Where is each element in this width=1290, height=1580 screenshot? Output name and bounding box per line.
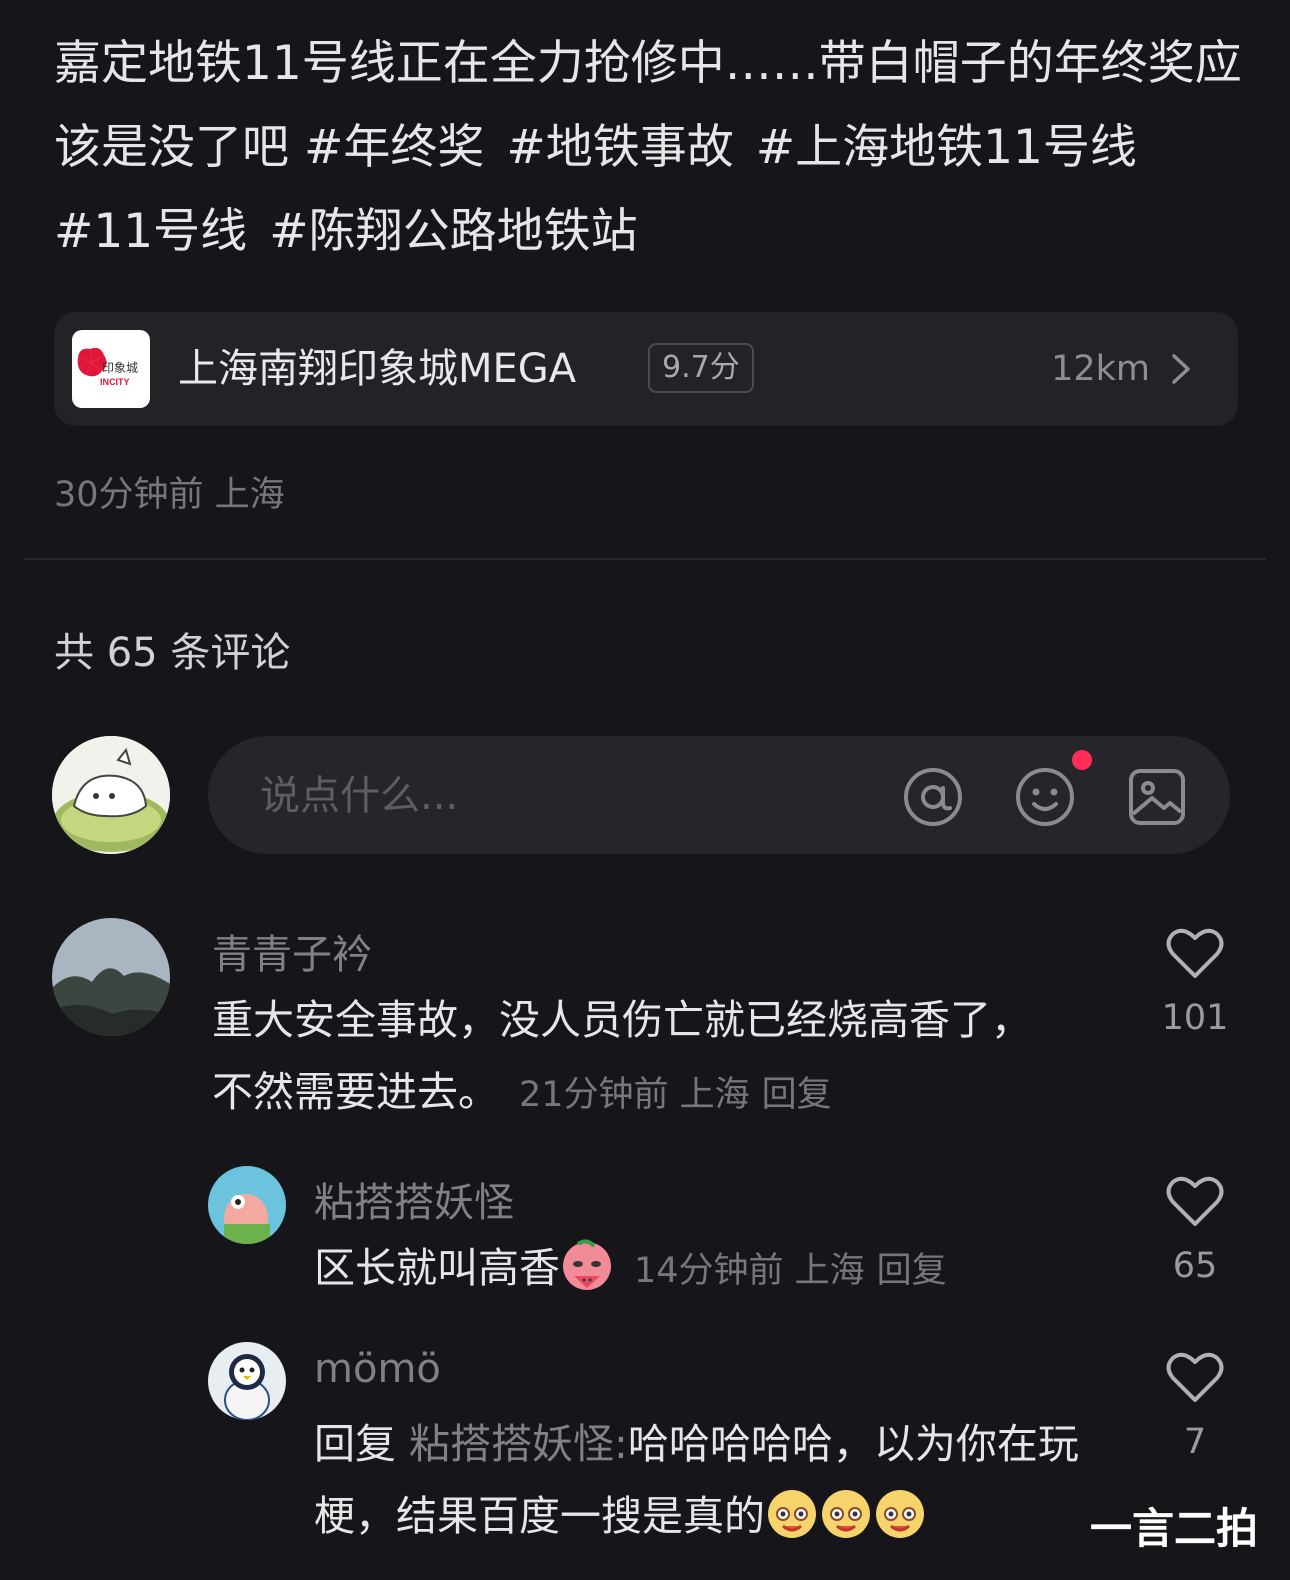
comment-author[interactable]: 粘搭搭妖怪 <box>314 1170 514 1228</box>
hashtag-shanghai-metro-line-11[interactable]: #上海地铁11号线 <box>756 120 1137 175</box>
comment-input[interactable] <box>258 736 882 856</box>
comment-count-heading: 共 65 条评论 <box>54 630 291 676</box>
comment-author[interactable]: mömö <box>314 1346 441 1392</box>
like-count: 65 <box>1172 1246 1218 1286</box>
hashtag-chenxiang-road-station[interactable]: #陈翔公路地铁站 <box>269 204 637 259</box>
current-user-avatar[interactable] <box>52 736 170 854</box>
hashtag-line-11[interactable]: #11号线 <box>54 204 247 259</box>
chevron-right-icon <box>1172 354 1190 384</box>
reply-button[interactable]: 回复 <box>762 1075 832 1115</box>
avatar[interactable] <box>208 1342 286 1420</box>
laughing-face-emoji-icon <box>876 1490 924 1538</box>
mention-icon[interactable] <box>902 766 964 828</box>
laughing-face-emoji-icon <box>768 1490 816 1538</box>
location-name: 上海南翔印象城MEGA <box>178 346 577 392</box>
post-text: 嘉定地铁11号线正在全力抢修中……带白帽子的年终奖应该是没了吧 #年终奖 #地铁事… <box>54 22 1244 274</box>
comment-time-location: 14分钟前 上海 <box>634 1251 865 1291</box>
svg-text:INCITY: INCITY <box>100 377 130 387</box>
like-count: 101 <box>1161 998 1229 1038</box>
like-heart-icon[interactable] <box>1166 1174 1224 1228</box>
comment-author[interactable]: 青青子衿 <box>212 922 372 980</box>
location-card[interactable]: 印象城 INCITY 上海南翔印象城MEGA 9.7分 12km <box>54 312 1238 426</box>
reply-button[interactable]: 回复 <box>877 1251 947 1291</box>
comment-time-location: 21分钟前 上海 <box>519 1075 750 1115</box>
comment-body: 区长就叫高香 <box>314 1244 560 1292</box>
like-heart-icon[interactable] <box>1166 926 1224 980</box>
watermark-text: 一言二拍 <box>1089 1504 1258 1553</box>
reply-prefix: 回复 <box>314 1420 396 1468</box>
like-count: 7 <box>1183 1422 1207 1462</box>
svg-text:印象城: 印象城 <box>102 361 138 375</box>
notification-dot <box>1072 750 1092 770</box>
incity-logo: 印象城 INCITY <box>72 330 150 408</box>
hashtag-metro-accident[interactable]: #地铁事故 <box>506 120 733 175</box>
like-heart-icon[interactable] <box>1166 1350 1224 1404</box>
emoji-icon[interactable] <box>1014 766 1076 828</box>
divider <box>24 558 1266 560</box>
laughing-face-emoji-icon <box>822 1490 870 1538</box>
comment-text: 区长就叫高香 14分钟前 上海 回复 <box>314 1232 1114 1307</box>
reply-target-user[interactable]: 粘搭搭妖怪: <box>409 1420 628 1468</box>
location-distance: 12km <box>1051 349 1150 389</box>
location-rating-badge: 9.7分 <box>648 343 754 393</box>
watermelon-emoji-icon <box>563 1239 611 1290</box>
comment-text: 回复 粘搭搭妖怪:哈哈哈哈哈，以为你在玩梗，结果百度一搜是真的 <box>314 1408 1094 1552</box>
avatar[interactable] <box>52 918 170 1036</box>
post-time-location: 30分钟前 上海 <box>54 475 285 515</box>
comment-input-bar[interactable] <box>208 736 1230 856</box>
image-icon[interactable] <box>1126 766 1188 828</box>
avatar[interactable] <box>208 1166 286 1244</box>
hashtag-year-end-bonus[interactable]: #年终奖 <box>304 120 484 175</box>
comment-text: 重大安全事故，没人员伤亡就已经烧高香了，不然需要进去。 21分钟前 上海 回复 <box>212 984 1072 1131</box>
